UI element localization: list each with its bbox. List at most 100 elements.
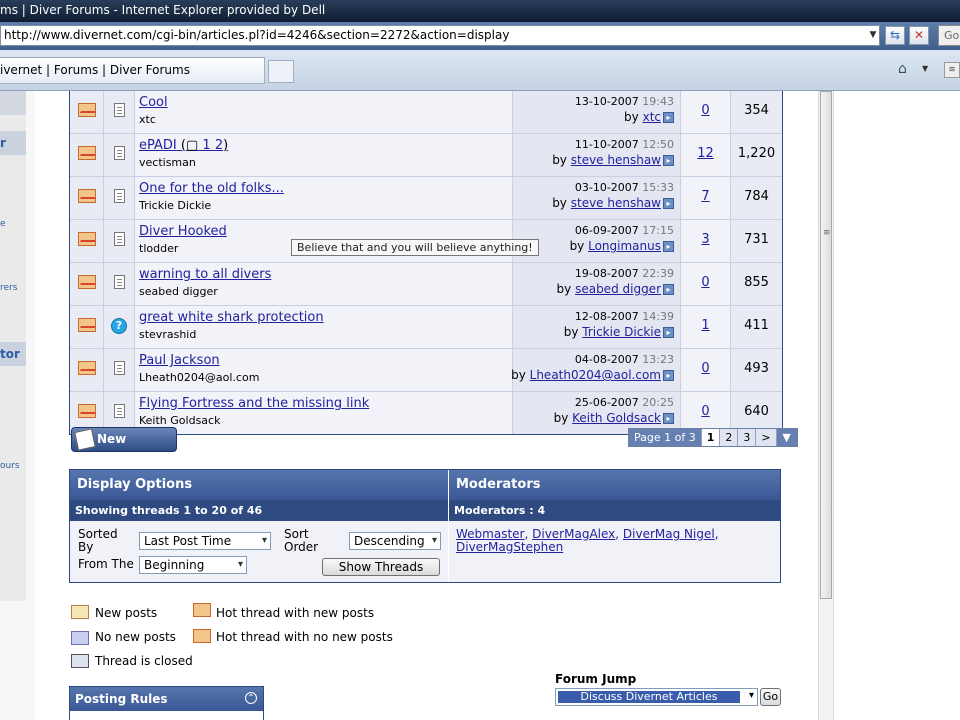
go-to-last-post-icon[interactable]: ▸ (663, 327, 674, 338)
go-to-last-post-icon[interactable]: ▸ (663, 413, 674, 424)
thread-author: vectisman (139, 156, 196, 169)
replies-link[interactable]: 12 (681, 146, 730, 161)
last-post-day: 04-08-2007 (574, 353, 639, 366)
page-link[interactable]: 2 (720, 429, 739, 446)
thread-page-link[interactable]: 1 (202, 138, 210, 153)
sorted-by-select[interactable]: Last Post Time (139, 532, 271, 550)
moderator-link[interactable]: DiverMagAlex (532, 527, 615, 541)
window-title-bar: ms | Diver Forums - Internet Explorer pr… (0, 0, 960, 22)
last-poster-link[interactable]: steve henshaw (571, 153, 661, 167)
thread-icon-cell (104, 91, 135, 133)
thread-title-link[interactable]: Diver Hooked (139, 224, 227, 239)
left-panel-text[interactable]: e (0, 219, 26, 229)
chevron-down-icon[interactable]: ▼ (922, 64, 928, 73)
thread-author: stevrashid (139, 328, 197, 341)
thread-icon-cell (104, 220, 135, 262)
from-select[interactable]: Beginning (139, 556, 247, 574)
last-poster-link[interactable]: Longimanus (588, 239, 661, 253)
hot-no-new-icon (193, 629, 211, 643)
thread-title-link[interactable]: Paul Jackson (139, 353, 220, 368)
thread-author: seabed digger (139, 285, 218, 298)
go-to-last-post-icon[interactable]: ▸ (663, 112, 674, 123)
last-post-by: by seabed digger ▸ (557, 282, 674, 296)
forum-jump-select[interactable]: Discuss Divernet Articles ▾ (555, 688, 758, 706)
views-count: 731 (744, 232, 769, 247)
collapse-icon[interactable]: ⌃ (245, 692, 257, 704)
replies-link[interactable]: 0 (681, 103, 730, 118)
hot-thread-icon (78, 404, 96, 418)
thread-title-link[interactable]: Flying Fortress and the missing link (139, 396, 369, 411)
legend-no-new: No new posts (95, 630, 176, 644)
left-panel-text[interactable]: rers (0, 283, 26, 293)
thread-title-link[interactable]: warning to all divers (139, 267, 271, 282)
go-to-last-post-icon[interactable]: ▸ (663, 198, 674, 209)
replies-link[interactable]: 7 (681, 189, 730, 204)
replies-link[interactable]: 0 (681, 404, 730, 419)
thread-title-link[interactable]: One for the old folks... (139, 181, 284, 196)
multipage-icon: ▢ (185, 138, 199, 153)
from-label: From The (78, 557, 134, 571)
last-poster-link[interactable]: xtc (643, 110, 661, 124)
last-post-time: 20:25 (642, 396, 674, 409)
posting-rules-box: Posting Rules ⌃ (69, 686, 264, 720)
left-panel-text[interactable]: ours (0, 461, 26, 471)
replies-cell: 12 (681, 134, 731, 176)
thread-title-link[interactable]: great white shark protection (139, 310, 324, 325)
last-post-time: 13:23 (642, 353, 674, 366)
thread-row: Cool xtc 13-10-2007 19:43 by xtc ▸ 0 354 (70, 91, 782, 133)
home-icon[interactable]: ⌂ (898, 61, 907, 77)
go-to-last-post-icon[interactable]: ▸ (663, 284, 674, 295)
views-cell: 731 (731, 220, 782, 262)
go-to-last-post-icon[interactable]: ▸ (663, 155, 674, 166)
page-link[interactable]: 3 (738, 429, 757, 446)
moderator-link[interactable]: DiverMag Nigel (623, 527, 715, 541)
tab-diver-forums[interactable]: ivernet | Forums | Diver Forums (0, 57, 265, 84)
last-poster-link[interactable]: Trickie Dickie (582, 325, 661, 339)
views-count: 784 (744, 189, 769, 204)
last-post-time: 22:39 (642, 267, 674, 280)
chevron-down-icon: ▾ (748, 690, 754, 701)
show-threads-button[interactable]: Show Threads (322, 558, 440, 576)
thread-title-link[interactable]: Cool (139, 95, 168, 110)
moderator-link[interactable]: DiverMagStephen (456, 540, 563, 554)
replies-link[interactable]: 0 (681, 275, 730, 290)
go-to-last-post-icon[interactable]: ▸ (663, 370, 674, 381)
views-count: 1,220 (737, 146, 776, 161)
posting-rules-header[interactable]: Posting Rules ⌃ (70, 687, 263, 711)
last-poster-link[interactable]: seabed digger (575, 282, 661, 296)
hot-thread-icon (78, 103, 96, 117)
scrollbar-thumb[interactable]: ≡ (820, 91, 832, 599)
go-button[interactable]: Go (938, 25, 960, 46)
forum-jump-go-button[interactable]: Go (760, 688, 781, 706)
page-menu-icon[interactable]: ▼ (776, 429, 797, 446)
tab-bar: ivernet | Forums | Diver Forums ⌂ ▼ ≋ (0, 50, 960, 91)
refresh-icon[interactable]: ⇆ (885, 26, 905, 45)
address-dropdown-icon[interactable]: ▼ (866, 26, 880, 45)
vertical-scrollbar[interactable]: ≡ (818, 91, 834, 720)
new-thread-label: New Thread (97, 432, 145, 469)
thread-page-link[interactable]: 2 (215, 138, 223, 153)
replies-link[interactable]: 0 (681, 361, 730, 376)
new-thread-button[interactable]: New Thread (71, 427, 177, 469)
thread-title-link[interactable]: ePADI (139, 138, 177, 153)
go-to-last-post-icon[interactable]: ▸ (663, 241, 674, 252)
thread-title-cell: Cool xtc (135, 91, 513, 133)
moderator-link[interactable]: Webmaster (456, 527, 524, 541)
thread-title-cell: Flying Fortress and the missing link Keit… (135, 392, 513, 434)
thread-title-cell: Paul Jackson Lheath0204@aol.com (135, 349, 513, 391)
last-poster-link[interactable]: Lheath0204@aol.com (530, 368, 661, 382)
sort-order-select[interactable]: Descending (349, 532, 441, 550)
last-poster-link[interactable]: Keith Goldsack (572, 411, 661, 425)
replies-link[interactable]: 3 (681, 232, 730, 247)
views-count: 354 (744, 103, 769, 118)
page-label[interactable]: Page 1 of 3 (629, 429, 702, 446)
next-page-link[interactable]: > (756, 429, 777, 446)
rss-icon[interactable]: ≋ (944, 62, 960, 78)
last-poster-link[interactable]: steve henshaw (571, 196, 661, 210)
last-post-cell: 11-10-2007 12:50 by steve henshaw ▸ (513, 134, 681, 176)
thread-status-cell (70, 349, 104, 391)
replies-link[interactable]: 1 (681, 318, 730, 333)
new-tab-button[interactable] (268, 60, 294, 83)
stop-icon[interactable]: ✕ (909, 26, 929, 45)
address-bar[interactable]: http://www.divernet.com/cgi-bin/articles… (0, 25, 880, 46)
